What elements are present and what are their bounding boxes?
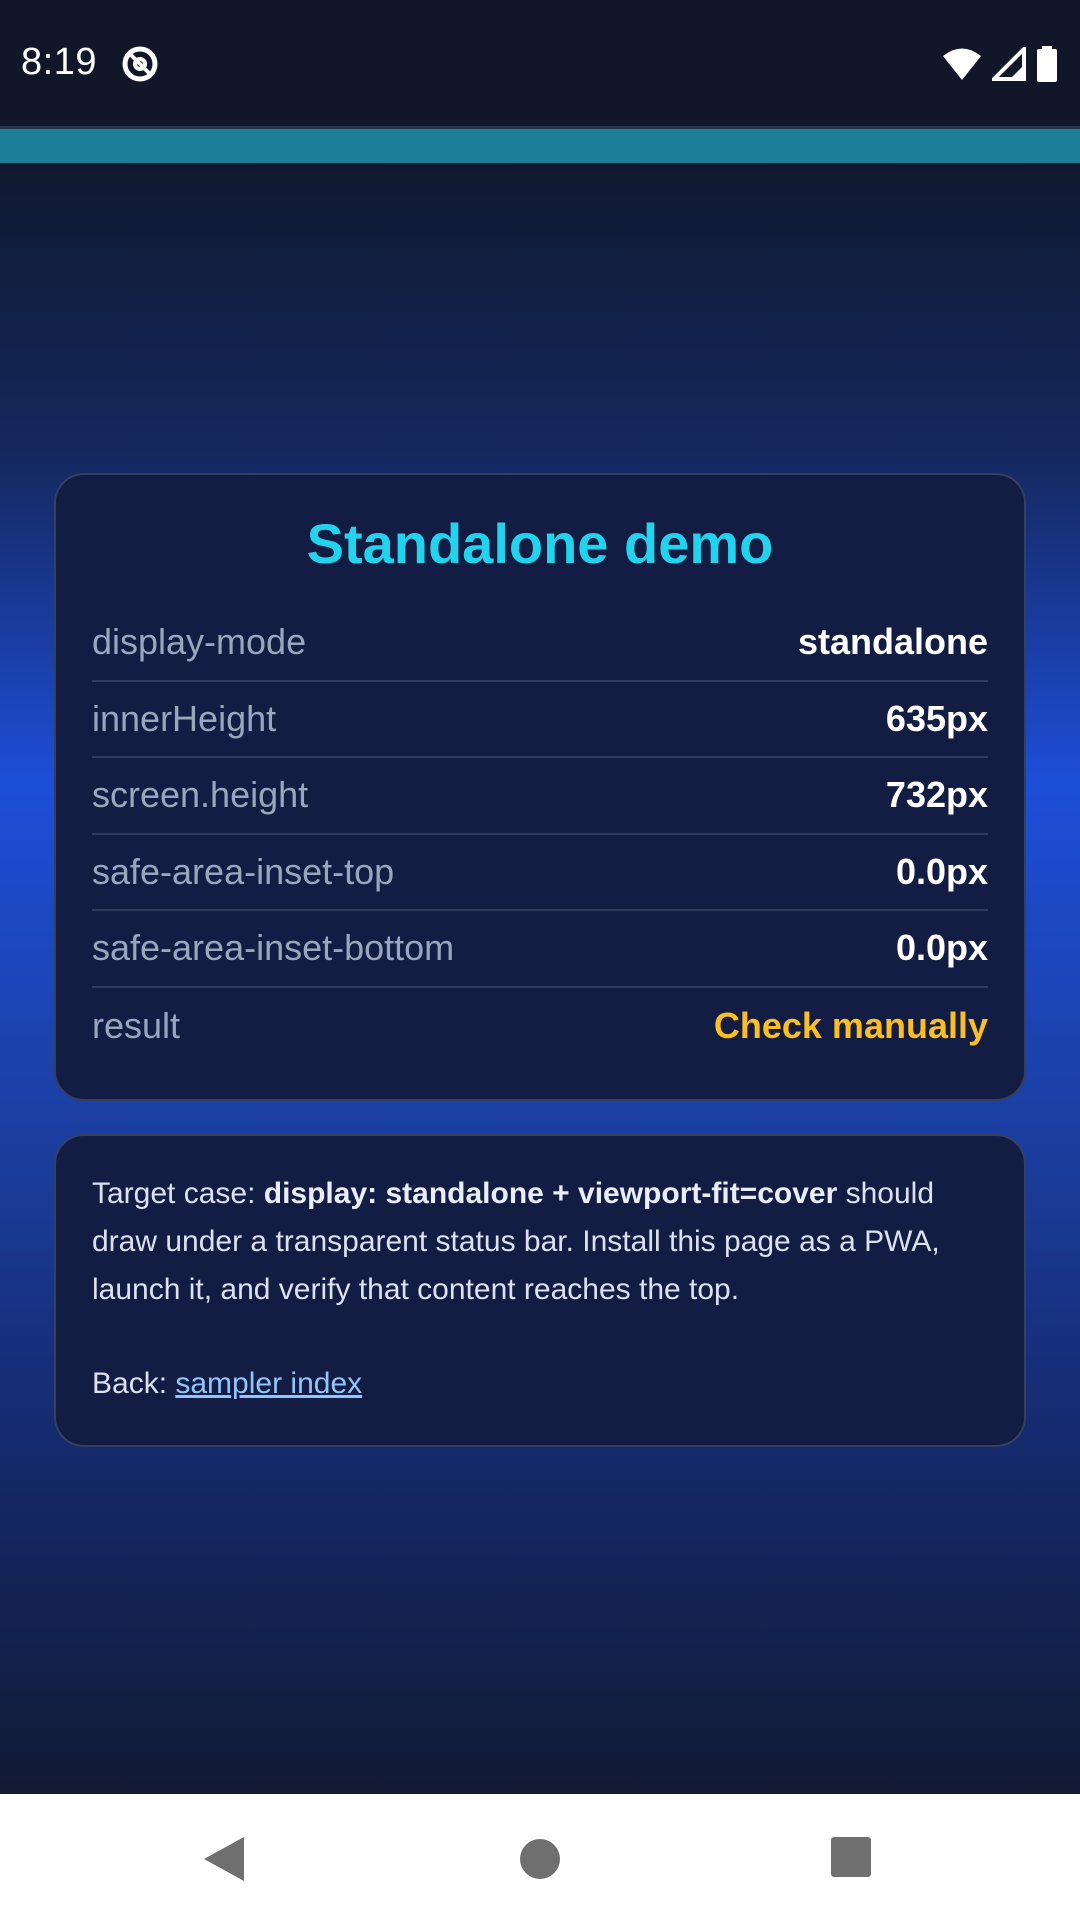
row-label: result bbox=[92, 1004, 181, 1046]
row-safe-area-bottom: safe-area-inset-bottom 0.0px bbox=[92, 911, 988, 988]
row-inner-height: innerHeight 635px bbox=[92, 682, 988, 758]
row-label: safe-area-inset-bottom bbox=[92, 927, 455, 969]
navigation-bar bbox=[0, 1794, 1080, 1920]
at-sign-icon bbox=[122, 46, 158, 82]
back-icon[interactable] bbox=[196, 1829, 256, 1889]
note-emphasis: display: standalone + viewport-fit=cover bbox=[263, 1177, 838, 1210]
note-text: Target case: display: standalone + viewp… bbox=[92, 1170, 992, 1314]
battery-icon bbox=[1037, 46, 1057, 82]
signal-icon bbox=[992, 47, 1026, 81]
row-value: standalone bbox=[797, 621, 988, 663]
back-label: Back: bbox=[92, 1367, 176, 1400]
status-bar: 8:19 bbox=[0, 0, 1080, 126]
row-value: 635px bbox=[885, 697, 988, 739]
back-line: Back: sampler index bbox=[92, 1360, 362, 1408]
row-display-mode: display-mode standalone bbox=[92, 605, 988, 682]
recents-icon[interactable] bbox=[823, 1829, 883, 1889]
row-label: safe-area-inset-top bbox=[92, 850, 395, 892]
row-value: 732px bbox=[885, 774, 988, 816]
sampler-index-link[interactable]: sampler index bbox=[175, 1367, 362, 1400]
row-value: 0.0px bbox=[895, 927, 988, 969]
accent-strip bbox=[0, 126, 1080, 163]
row-safe-area-top: safe-area-inset-top 0.0px bbox=[92, 835, 988, 911]
note-prefix: Target case: bbox=[92, 1177, 264, 1210]
result-status: Check manually bbox=[713, 1004, 988, 1046]
home-icon[interactable] bbox=[510, 1829, 570, 1889]
row-label: innerHeight bbox=[92, 697, 277, 739]
wifi-icon bbox=[943, 48, 981, 80]
row-value: 0.0px bbox=[895, 850, 988, 892]
row-result: result Check manually bbox=[92, 988, 988, 1065]
status-icons bbox=[942, 44, 1058, 84]
row-screen-height: screen.height 732px bbox=[92, 758, 988, 835]
info-table: display-mode standalone innerHeight 635p… bbox=[92, 605, 988, 1064]
status-time: 8:19 bbox=[21, 41, 97, 83]
row-label: display-mode bbox=[92, 621, 307, 663]
row-label: screen.height bbox=[92, 774, 309, 816]
page-title: Standalone demo bbox=[306, 512, 774, 575]
